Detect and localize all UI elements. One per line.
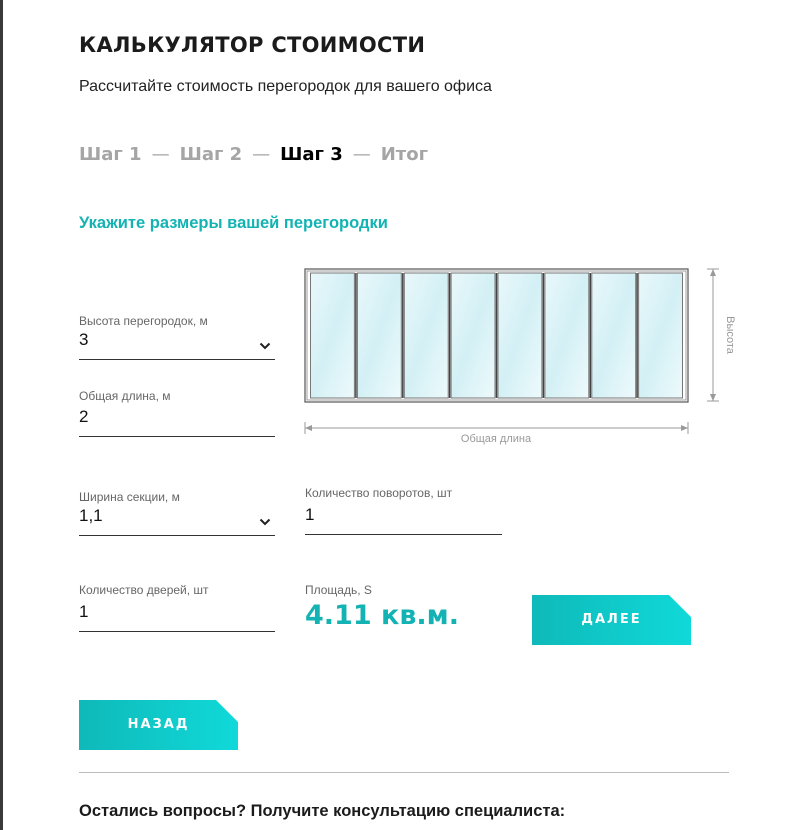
next-button[interactable]: ДАЛЕЕ <box>532 595 691 645</box>
length-arrow-right <box>681 425 688 431</box>
height-arrow-bottom <box>710 394 716 401</box>
glass-panel <box>497 272 543 399</box>
length-field[interactable]: Общая длина, м 2 <box>79 389 275 437</box>
length-label: Общая длина, м <box>79 389 171 403</box>
glass-panel <box>591 272 637 399</box>
height-select[interactable]: Высота перегородок, м 3 <box>79 314 275 360</box>
page-title: КАЛЬКУЛЯТОР СТОИМОСТИ <box>79 33 426 57</box>
back-button[interactable]: НАЗАД <box>79 700 238 750</box>
section-title: Укажите размеры вашей перегородки <box>79 214 388 232</box>
turns-label: Количество поворотов, шт <box>305 486 453 500</box>
consultation-heading: Остались вопросы? Получите консультацию … <box>79 802 566 820</box>
next-button-label: ДАЛЕЕ <box>581 612 642 627</box>
glass-panel <box>403 272 449 399</box>
area-label: Площадь, S <box>305 583 372 597</box>
chevron-down-icon[interactable] <box>259 518 271 526</box>
length-dimension-label: Общая длина <box>461 433 532 445</box>
step-indicator: Шаг 1 — Шаг 2 — Шаг 3 — Итог <box>79 144 428 165</box>
step-result[interactable]: Итог <box>381 144 428 165</box>
window-edge <box>0 0 3 830</box>
doors-field[interactable]: Количество дверей, шт 1 <box>79 583 275 632</box>
step-separator: — <box>252 144 271 165</box>
back-button-label: НАЗАД <box>127 717 190 732</box>
turns-field[interactable]: Количество поворотов, шт 1 <box>305 486 502 535</box>
height-dimension-label: Высота <box>724 316 736 355</box>
button-corner <box>669 595 691 617</box>
divider <box>79 772 729 773</box>
step-2[interactable]: Шаг 2 <box>180 144 243 165</box>
glass-panels <box>310 272 684 399</box>
glass-panel <box>638 272 684 399</box>
area-value: 4.11 кв.м. <box>305 600 460 631</box>
partition-diagram: Высота Общая длина <box>304 268 736 445</box>
glass-panel <box>544 272 590 399</box>
doors-value[interactable]: 1 <box>79 597 275 632</box>
doors-label: Количество дверей, шт <box>79 583 209 597</box>
turns-value[interactable]: 1 <box>305 500 502 535</box>
length-arrow-left <box>305 425 312 431</box>
height-arrow-top <box>710 269 716 276</box>
glass-panel <box>450 272 496 399</box>
length-value[interactable]: 2 <box>79 402 275 437</box>
page-subtitle: Рассчитайте стоимость перегородок для ва… <box>79 78 492 95</box>
glass-panel <box>310 272 355 399</box>
step-separator: — <box>151 144 170 165</box>
button-corner <box>216 700 238 722</box>
section-width-value[interactable]: 1,1 <box>79 501 275 536</box>
chevron-down-icon[interactable] <box>259 342 271 350</box>
glass-panel <box>356 272 402 399</box>
height-value[interactable]: 3 <box>79 325 275 360</box>
step-separator: — <box>352 144 371 165</box>
section-width-select[interactable]: Ширина секции, м 1,1 <box>79 490 275 536</box>
step-3-active[interactable]: Шаг 3 <box>280 144 343 165</box>
step-1[interactable]: Шаг 1 <box>79 144 142 165</box>
